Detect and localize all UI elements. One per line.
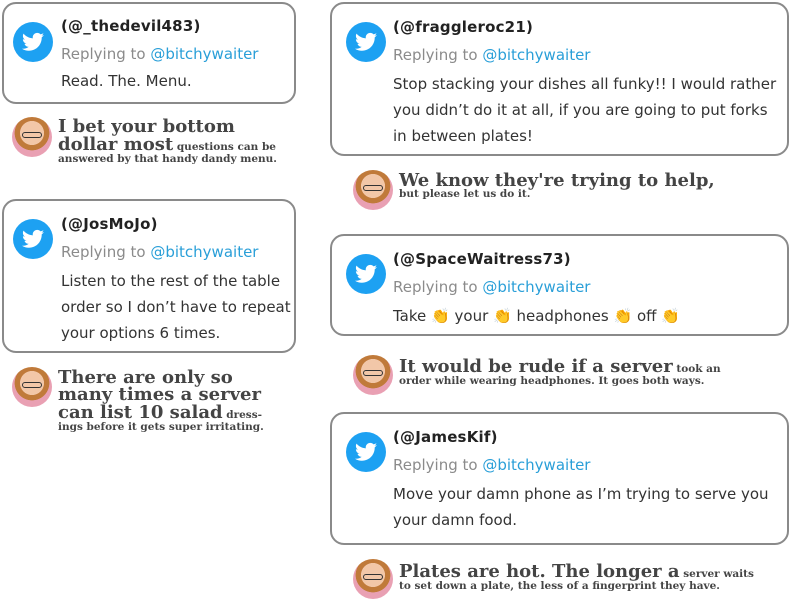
tweet-card: (@JosMoJo) Replying to @bitchywaiter Lis… (2, 199, 296, 353)
twitter-bird-icon (13, 22, 53, 62)
mention-link[interactable]: @bitchywaiter (482, 456, 590, 474)
author-avatar (12, 367, 52, 407)
tweet-card: (@SpaceWaitress73) Replying to @bitchywa… (330, 234, 789, 336)
mention-link[interactable]: @bitchywaiter (482, 46, 590, 64)
tweet-handle[interactable]: (@_thedevil483) (61, 17, 201, 35)
tweet-body: Take 👏 your 👏 headphones 👏 off 👏 (393, 303, 680, 329)
twitter-bird-icon (346, 22, 386, 62)
tweet-handle[interactable]: (@JosMoJo) (61, 215, 158, 233)
author-avatar (353, 170, 393, 210)
author-avatar (353, 559, 393, 599)
twitter-bird-icon (13, 219, 53, 259)
commentary: There are only so many times a server ca… (58, 367, 264, 433)
tweet-handle[interactable]: (@JamesKif) (393, 428, 498, 446)
clapping-hands-icon: 👏 (661, 307, 680, 325)
replying-to: Replying to @bitchywaiter (61, 243, 259, 261)
tweet-handle[interactable]: (@SpaceWaitress73) (393, 250, 571, 268)
twitter-bird-icon (346, 254, 386, 294)
mention-link[interactable]: @bitchywaiter (150, 243, 258, 261)
commentary: Plates are hot. The longer a server wait… (399, 561, 754, 592)
tweet-card: (@JamesKif) Replying to @bitchywaiter Mo… (330, 412, 789, 545)
replying-to: Replying to @bitchywaiter (393, 278, 591, 296)
mention-link[interactable]: @bitchywaiter (150, 45, 258, 63)
tweet-body: Listen to the rest of the table order so … (61, 272, 291, 342)
tweet-body: Read. The. Menu. (61, 72, 192, 90)
tweet-body: Stop stacking your dishes all funky!! I … (393, 75, 777, 145)
mention-link[interactable]: @bitchywaiter (482, 278, 590, 296)
replying-to: Replying to @bitchywaiter (393, 456, 591, 474)
clapping-hands-icon: 👏 (431, 307, 450, 325)
author-avatar (353, 355, 393, 395)
commentary: I bet your bottom dollar most questions … (58, 116, 277, 165)
tweet-handle[interactable]: (@fraggleroc21) (393, 18, 533, 36)
twitter-bird-icon (346, 432, 386, 472)
commentary: We know they're trying to help, but plea… (399, 170, 715, 200)
replying-to: Replying to @bitchywaiter (61, 45, 259, 63)
tweet-body: Move your damn phone as I’m trying to se… (393, 485, 769, 529)
author-avatar (12, 117, 52, 157)
tweet-card: (@fraggleroc21) Replying to @bitchywaite… (330, 2, 789, 156)
tweet-card: (@_thedevil483) Replying to @bitchywaite… (2, 2, 296, 104)
clapping-hands-icon: 👏 (493, 307, 512, 325)
replying-to: Replying to @bitchywaiter (393, 46, 591, 64)
commentary: It would be rude if a server took an ord… (399, 356, 721, 387)
clapping-hands-icon: 👏 (613, 307, 633, 325)
